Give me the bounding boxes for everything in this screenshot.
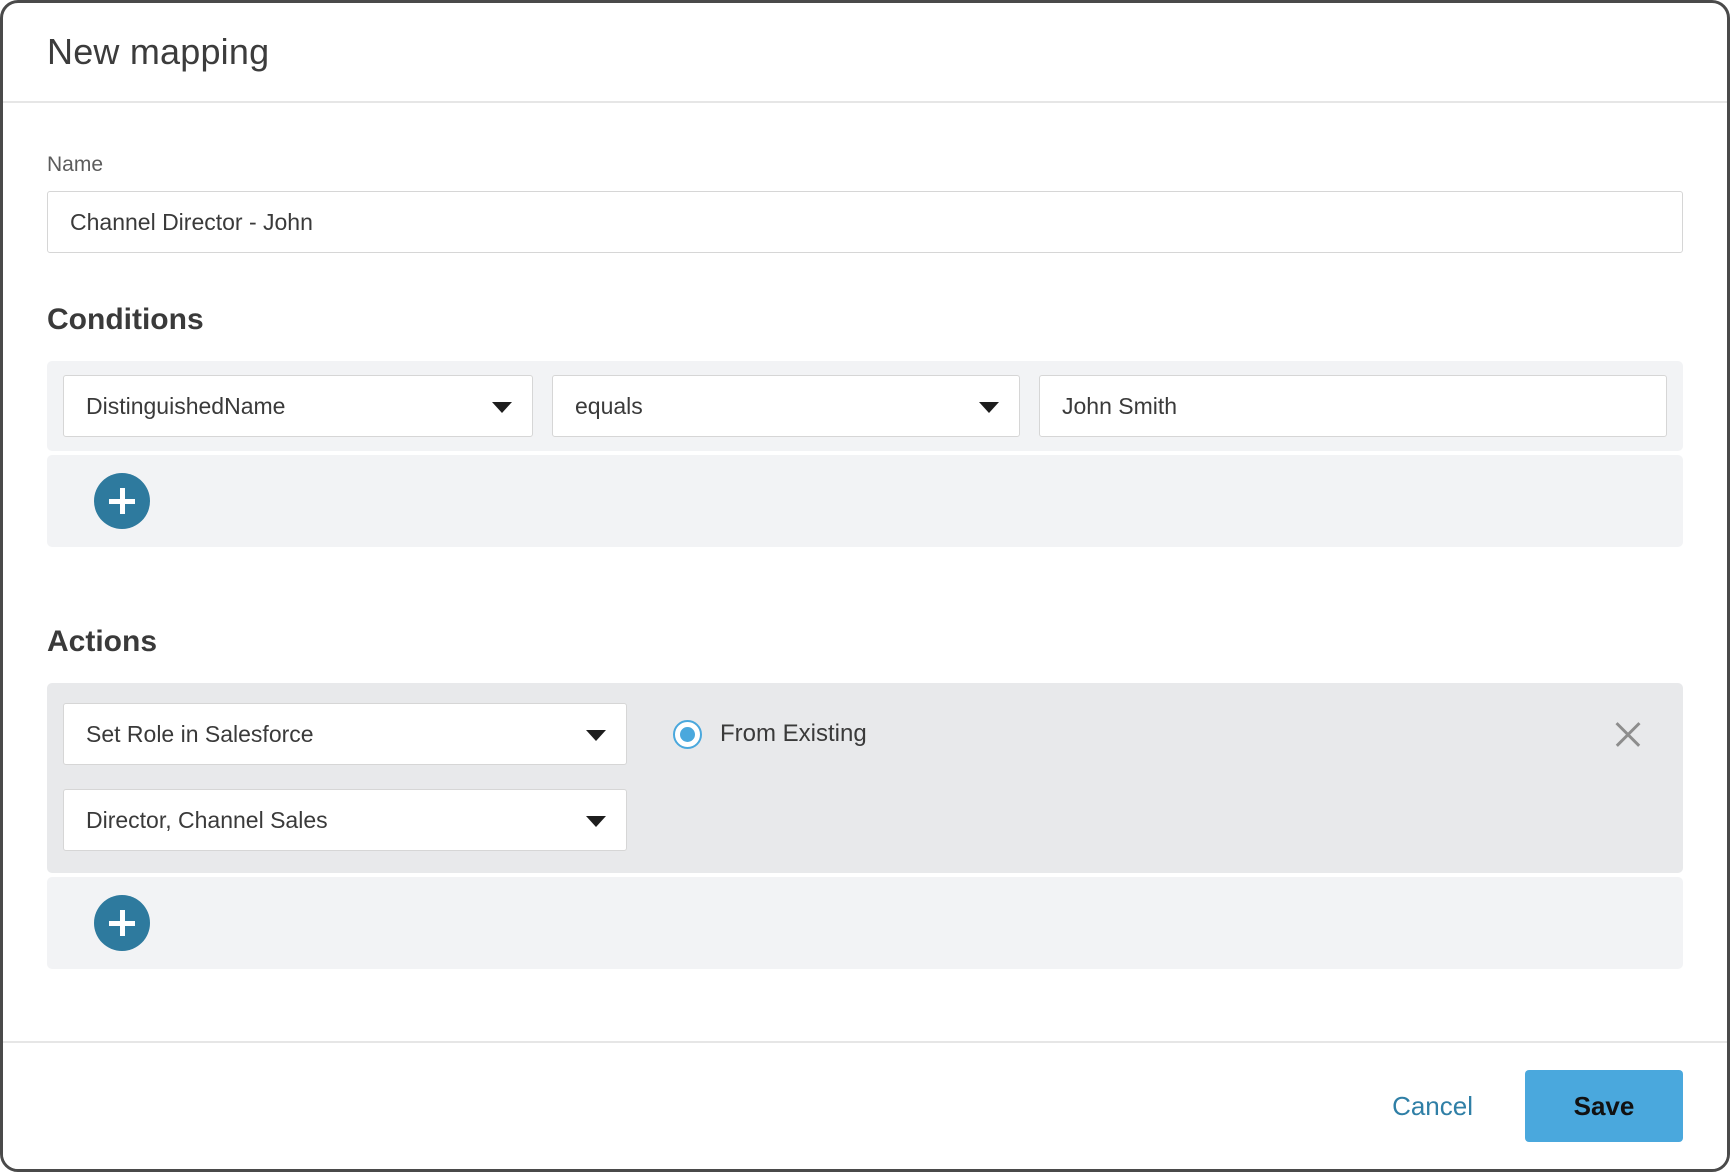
action-type-select[interactable]: Set Role in Salesforce [63, 703, 627, 765]
conditions-section-title: Conditions [47, 303, 204, 336]
condition-attribute-select[interactable]: DistinguishedName [63, 375, 533, 437]
action-row: Set Role in Salesforce Director, Channel… [47, 683, 1683, 873]
add-condition-button[interactable] [94, 473, 150, 529]
chevron-down-icon [979, 402, 999, 413]
actions-add-panel [47, 877, 1683, 969]
radio-from-existing-label: From Existing [720, 720, 867, 747]
condition-row: DistinguishedName equals [47, 361, 1683, 451]
cancel-button[interactable]: Cancel [1374, 1081, 1491, 1132]
radio-from-existing[interactable]: From Existing [673, 719, 867, 749]
page-title: New mapping [47, 31, 270, 72]
conditions-add-panel [47, 455, 1683, 547]
condition-operator-value: equals [575, 392, 643, 419]
condition-operator-select[interactable]: equals [552, 375, 1020, 437]
condition-attribute-value: DistinguishedName [86, 392, 286, 419]
remove-action-button[interactable] [1611, 717, 1645, 751]
chevron-down-icon [492, 402, 512, 413]
chevron-down-icon [586, 730, 606, 741]
conditions-row-panel: DistinguishedName equals [47, 361, 1683, 451]
action-target-select[interactable]: Director, Channel Sales [63, 789, 627, 851]
dialog-body: Name Conditions DistinguishedName equals… [3, 103, 1727, 1041]
radio-selected-icon[interactable] [673, 719, 702, 749]
action-type-value: Set Role in Salesforce [86, 720, 314, 747]
new-mapping-dialog: New mapping Name Conditions Distinguishe… [0, 0, 1730, 1172]
dialog-header: New mapping [3, 3, 1727, 103]
name-field-label: Name [47, 153, 104, 176]
chevron-down-icon [586, 816, 606, 827]
condition-value-input[interactable] [1039, 375, 1667, 437]
actions-section-title: Actions [47, 625, 158, 658]
dialog-footer: Cancel Save [3, 1041, 1727, 1169]
save-button[interactable]: Save [1525, 1070, 1683, 1142]
action-target-value: Director, Channel Sales [86, 806, 328, 833]
name-input[interactable] [47, 191, 1683, 253]
action-source-mode-group: From Existing [627, 703, 1667, 765]
add-action-button[interactable] [94, 895, 150, 951]
action-selects-group: Set Role in Salesforce Director, Channel… [63, 703, 627, 851]
